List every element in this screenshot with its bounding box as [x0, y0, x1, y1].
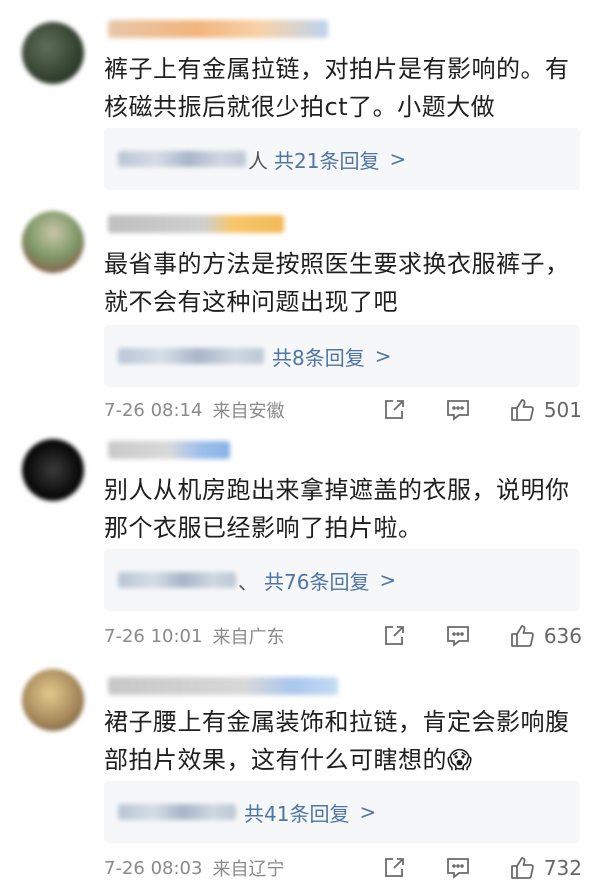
like-count: 732	[543, 856, 582, 880]
comment-text: 裙子腰上有金属装饰和拉链，肯定会影响腹部拍片效果，这有什么可瞎想的😱	[104, 708, 570, 774]
replies-link[interactable]: 人 共21条回复 >	[104, 128, 580, 190]
avatar[interactable]	[22, 22, 84, 84]
comment-text: 别人从机房跑出来拿掉遮盖的衣服，说明你那个衣服已经影响了拍片啦。	[104, 476, 570, 542]
comment-actions: 501	[380, 396, 582, 424]
comment-meta: 7-26 08:14 来自安徽 501	[104, 395, 582, 425]
reply-usernames	[118, 348, 264, 364]
chevron-right-icon: >	[379, 568, 397, 592]
avatar[interactable]	[22, 211, 84, 273]
share-icon[interactable]	[380, 854, 408, 882]
reply-count: 共76条回复	[264, 569, 370, 594]
comment-item: 最省事的方法是按照医生要求换衣服裤子，就不会有这种问题出现了吧 共8条回复 > …	[0, 195, 600, 425]
username[interactable]	[108, 215, 284, 233]
username[interactable]	[108, 20, 328, 38]
comment-actions: 636	[380, 622, 582, 650]
comment-icon[interactable]	[444, 854, 472, 882]
reply-usernames	[118, 572, 236, 588]
comment-text: 裤子上有金属拉链，对拍片是有影响的。有核磁共振后就很少拍ct了。小题大做	[104, 55, 570, 121]
like-count: 636	[543, 624, 582, 648]
comment-actions: 732	[380, 854, 582, 882]
comment-feed: 裤子上有金属拉链，对拍片是有影响的。有核磁共振后就很少拍ct了。小题大做 人 共…	[0, 0, 600, 887]
thumbs-up-icon[interactable]	[508, 854, 536, 882]
timestamp: 7-26 08:03	[104, 857, 203, 879]
replies-link[interactable]: 共8条回复 >	[104, 325, 580, 387]
comment-item: 别人从机房跑出来拿掉遮盖的衣服，说明你那个衣服已经影响了拍片啦。 、 共76条回…	[0, 425, 600, 655]
timestamp: 7-26 08:14	[104, 399, 203, 421]
share-icon[interactable]	[380, 396, 408, 424]
location: 来自广东	[212, 627, 285, 648]
reply-usernames	[118, 151, 246, 167]
comment-meta: 7-26 08:03 来自辽宁 732	[104, 853, 582, 883]
thumbs-up-icon[interactable]	[508, 396, 536, 424]
chevron-right-icon: >	[389, 147, 407, 171]
reply-usernames-tail: 、	[238, 569, 258, 594]
username[interactable]	[108, 441, 230, 459]
replies-link[interactable]: 共41条回复 >	[104, 781, 580, 843]
reply-count: 共8条回复	[272, 345, 365, 370]
reply-usernames	[118, 804, 236, 820]
comment-text: 最省事的方法是按照医生要求换衣服裤子，就不会有这种问题出现了吧	[104, 250, 570, 316]
comment-icon[interactable]	[444, 622, 472, 650]
reply-count: 共41条回复	[244, 801, 350, 826]
location: 来自辽宁	[212, 859, 285, 880]
avatar[interactable]	[22, 439, 84, 501]
comment-meta: 7-26 10:01 来自广东 636	[104, 621, 582, 651]
thumbs-up-icon[interactable]	[508, 622, 536, 650]
comment-icon[interactable]	[444, 396, 472, 424]
like-count: 501	[543, 398, 582, 422]
share-icon[interactable]	[380, 622, 408, 650]
timestamp: 7-26 10:01	[104, 625, 203, 647]
avatar[interactable]	[22, 669, 84, 731]
chevron-right-icon: >	[359, 800, 377, 824]
comment-item: 裙子腰上有金属装饰和拉链，肯定会影响腹部拍片效果，这有什么可瞎想的😱 共41条回…	[0, 655, 600, 887]
reply-usernames-tail: 人	[248, 148, 268, 173]
reply-count: 共21条回复	[274, 148, 380, 173]
location: 来自安徽	[212, 401, 285, 422]
chevron-right-icon: >	[374, 344, 392, 368]
replies-link[interactable]: 、 共76条回复 >	[104, 549, 580, 611]
username[interactable]	[108, 677, 338, 695]
comment-item: 裤子上有金属拉链，对拍片是有影响的。有核磁共振后就很少拍ct了。小题大做 人 共…	[0, 0, 600, 190]
